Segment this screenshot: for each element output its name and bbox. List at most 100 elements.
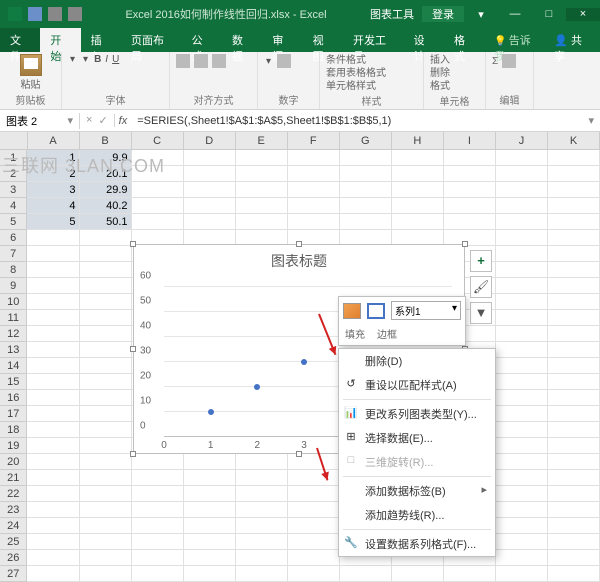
row-header[interactable]: 3: [0, 182, 27, 198]
cell[interactable]: 20.1: [80, 166, 132, 182]
cell[interactable]: [340, 198, 392, 214]
cell[interactable]: [496, 486, 548, 502]
cell[interactable]: [27, 310, 79, 326]
cell[interactable]: [80, 326, 132, 342]
cell[interactable]: [80, 358, 132, 374]
cell[interactable]: [132, 470, 184, 486]
align-top-icon[interactable]: [176, 54, 190, 68]
cell[interactable]: [80, 518, 132, 534]
insert-cells-button[interactable]: 插入: [430, 54, 479, 67]
underline-button[interactable]: U: [112, 54, 119, 65]
cell[interactable]: [496, 438, 548, 454]
row-header[interactable]: 10: [0, 294, 27, 310]
cell[interactable]: [548, 246, 600, 262]
cell[interactable]: [548, 342, 600, 358]
cell[interactable]: [496, 214, 548, 230]
cancel-formula-icon[interactable]: ×: [86, 114, 92, 127]
cell[interactable]: [496, 182, 548, 198]
cell[interactable]: [27, 230, 79, 246]
cell[interactable]: [236, 566, 288, 582]
name-box[interactable]: 图表 2▾: [0, 113, 80, 129]
cell[interactable]: [236, 502, 288, 518]
cell[interactable]: [184, 150, 236, 166]
cell[interactable]: [80, 246, 132, 262]
row-header[interactable]: 11: [0, 310, 27, 326]
cell[interactable]: [27, 534, 79, 550]
cell[interactable]: [184, 454, 236, 470]
cell[interactable]: [80, 294, 132, 310]
tab-design[interactable]: 设计: [404, 28, 444, 52]
cell[interactable]: [27, 390, 79, 406]
data-point[interactable]: [208, 409, 214, 415]
percent-icon[interactable]: [277, 54, 291, 68]
cell[interactable]: 29.9: [80, 182, 132, 198]
cell[interactable]: [80, 486, 132, 502]
cell[interactable]: [80, 534, 132, 550]
cell[interactable]: [80, 454, 132, 470]
cell[interactable]: [27, 518, 79, 534]
cell[interactable]: 3: [27, 182, 79, 198]
column-header[interactable]: G: [340, 132, 392, 150]
cell[interactable]: [548, 486, 600, 502]
cell[interactable]: [80, 374, 132, 390]
conditional-format-button[interactable]: 条件格式: [326, 54, 417, 67]
cell[interactable]: 2: [27, 166, 79, 182]
close-button[interactable]: ×: [566, 8, 600, 21]
fill-color-icon[interactable]: [343, 303, 361, 319]
tab-file[interactable]: 文件: [0, 28, 40, 52]
menu-add-data-labels[interactable]: 添加数据标签(B)▸: [339, 479, 495, 503]
cell[interactable]: [132, 534, 184, 550]
cell[interactable]: [496, 230, 548, 246]
menu-add-trendline[interactable]: 添加趋势线(R)...: [339, 503, 495, 527]
cell[interactable]: [496, 406, 548, 422]
save-icon[interactable]: [28, 7, 42, 21]
cell[interactable]: [548, 358, 600, 374]
cell[interactable]: [184, 182, 236, 198]
chart-elements-button[interactable]: +: [470, 250, 492, 272]
cell[interactable]: [496, 358, 548, 374]
cell[interactable]: [548, 230, 600, 246]
row-header[interactable]: 16: [0, 390, 27, 406]
cell[interactable]: [496, 246, 548, 262]
cell[interactable]: [236, 166, 288, 182]
cell[interactable]: [80, 470, 132, 486]
cell[interactable]: [548, 550, 600, 566]
column-header[interactable]: C: [132, 132, 184, 150]
cell[interactable]: [27, 326, 79, 342]
cell[interactable]: [548, 566, 600, 582]
cell[interactable]: [27, 374, 79, 390]
cell[interactable]: [184, 566, 236, 582]
cell[interactable]: [548, 518, 600, 534]
cell[interactable]: [548, 326, 600, 342]
cell[interactable]: [444, 150, 496, 166]
align-bottom-icon[interactable]: [212, 54, 226, 68]
undo-icon[interactable]: [48, 7, 62, 21]
menu-reset-style[interactable]: ↺重设以匹配样式(A): [339, 373, 495, 397]
cell[interactable]: [548, 534, 600, 550]
minimize-button[interactable]: —: [498, 8, 532, 21]
cell[interactable]: [236, 470, 288, 486]
row-header[interactable]: 19: [0, 438, 27, 454]
cell[interactable]: [548, 406, 600, 422]
cell[interactable]: [340, 182, 392, 198]
cell[interactable]: [132, 182, 184, 198]
cell[interactable]: [27, 342, 79, 358]
fill-icon[interactable]: [502, 54, 516, 68]
cell[interactable]: [132, 454, 184, 470]
row-header[interactable]: 5: [0, 214, 27, 230]
cell[interactable]: [548, 150, 600, 166]
cell[interactable]: [288, 150, 340, 166]
column-header[interactable]: I: [444, 132, 496, 150]
cell[interactable]: [496, 166, 548, 182]
bold-button[interactable]: B: [94, 54, 101, 65]
cell[interactable]: [80, 390, 132, 406]
cell[interactable]: 40.2: [80, 198, 132, 214]
tab-home[interactable]: 开始: [40, 28, 80, 52]
cell[interactable]: [236, 198, 288, 214]
cell[interactable]: [548, 502, 600, 518]
cell[interactable]: [548, 262, 600, 278]
cell[interactable]: [27, 550, 79, 566]
cell[interactable]: [236, 534, 288, 550]
cell[interactable]: [288, 550, 340, 566]
select-all-corner[interactable]: [0, 132, 28, 150]
